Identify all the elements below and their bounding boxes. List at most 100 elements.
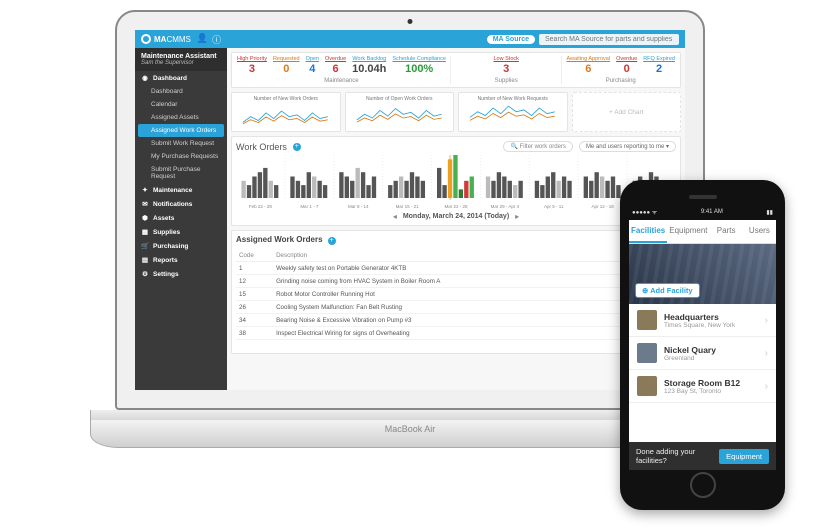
bar[interactable] [263,168,267,198]
sidebar-item-dashboard[interactable]: Dashboard [135,85,227,98]
bar[interactable] [258,172,262,198]
table-row[interactable]: 1 Weekly safety test on Portable Generat… [236,262,676,275]
nav-dashboard[interactable]: ◉ Dashboard [135,71,227,85]
table-row[interactable]: 38 Inspect Electrical Wiring for signs o… [236,327,676,340]
bar[interactable] [394,181,398,198]
bar[interactable] [513,185,517,198]
table-row[interactable]: 34 Bearing Noise & Excessive Vibration o… [236,314,676,327]
bar[interactable] [388,185,392,198]
nav-settings[interactable]: ⚙Settings [135,267,227,281]
bar[interactable] [312,177,316,199]
metric-open[interactable]: Open4 [306,56,319,75]
bar[interactable] [464,181,468,198]
sidebar-item-calendar[interactable]: Calendar [135,98,227,111]
metric-overdue[interactable]: Overdue6 [325,56,346,75]
bar[interactable] [518,181,522,198]
work-orders-scope[interactable]: Me and users reporting to me ▾ [579,141,676,152]
table-row[interactable]: 26 Cooling System Malfunction: Fan Belt … [236,301,676,314]
metric-schedule-compliance[interactable]: Schedule Compliance100% [392,56,446,75]
add-facility-button[interactable]: ⊕ Add Facility [635,283,700,298]
bar[interactable] [410,172,414,198]
bar[interactable] [540,185,544,198]
bar[interactable] [486,177,490,199]
bar[interactable] [600,177,604,199]
user-icon[interactable]: 👤 [197,33,208,46]
sparkline-0[interactable]: Number of New Work Orders [231,92,341,132]
nav-supplies[interactable]: ▦Supplies [135,225,227,239]
bar[interactable] [595,172,599,198]
date-next-button[interactable]: ▸ [515,212,519,221]
metric-overdue[interactable]: Overdue0 [616,56,637,75]
bar[interactable] [589,181,593,198]
bar[interactable] [274,185,278,198]
bar[interactable] [584,177,588,199]
bar[interactable] [470,177,474,199]
bar[interactable] [399,177,403,199]
facility-item[interactable]: Nickel Quary Greenland › [629,337,776,370]
bar[interactable] [247,185,251,198]
sidebar-item-assigned-assets[interactable]: Assigned Assets [135,111,227,124]
bar[interactable] [611,177,615,199]
bar[interactable] [241,181,245,198]
bar[interactable] [551,172,555,198]
bar[interactable] [459,189,463,198]
bar[interactable] [437,168,441,198]
bar[interactable] [556,181,560,198]
phone-footer-button[interactable]: Equipment [719,449,769,464]
bar[interactable] [366,185,370,198]
metric-high-priority[interactable]: High Priority3 [237,56,267,75]
bar[interactable] [502,177,506,199]
bar[interactable] [296,181,300,198]
table-header[interactable]: Description [273,250,577,262]
phone-tab-facilities[interactable]: Facilities [629,220,667,243]
phone-tab-equipment[interactable]: Equipment [667,220,709,243]
sparkline-2[interactable]: Number of New Work Requests [458,92,568,132]
bar[interactable] [317,181,321,198]
bar[interactable] [290,177,294,199]
bar[interactable] [605,181,609,198]
sidebar-item-submit-work-request[interactable]: Submit Work Request [135,137,227,150]
bar[interactable] [415,177,419,199]
add-chart-button[interactable]: + Add Chart [572,92,682,132]
bar[interactable] [323,185,327,198]
bar[interactable] [301,185,305,198]
bar[interactable] [345,177,349,199]
add-work-order-button[interactable]: + [293,143,301,151]
metric-rfq-expired[interactable]: RFQ Expired2 [643,56,675,75]
nav-maintenance[interactable]: ✦Maintenance [135,183,227,197]
metric-work-backlog[interactable]: Work Backlog10.04h [352,56,386,75]
metric-awaiting-approval[interactable]: Awaiting Approval6 [566,56,610,75]
bar[interactable] [252,177,256,199]
nav-assets[interactable]: ⬢Assets [135,211,227,225]
facility-item[interactable]: Storage Room B12 123 Bay St, Toronto › [629,370,776,403]
table-row[interactable]: 12 Grinding noise coming from HVAC Syste… [236,275,676,288]
bar[interactable] [269,181,273,198]
info-icon[interactable]: ⓘ [212,33,221,46]
bar[interactable] [491,181,495,198]
bar[interactable] [497,172,501,198]
date-prev-button[interactable]: ◂ [393,212,397,221]
work-orders-filter[interactable]: 🔍 Filter work orders [503,141,572,152]
bar[interactable] [535,181,539,198]
sidebar-item-submit-purchase-request[interactable]: Submit Purchase Request [135,163,227,183]
bar[interactable] [404,181,408,198]
metric-requested[interactable]: Requested0 [273,56,300,75]
bar[interactable] [356,168,360,198]
bar[interactable] [361,172,365,198]
sidebar-item-assigned-work-orders[interactable]: Assigned Work Orders [138,124,224,137]
facility-item[interactable]: Headquarters Times Square, New York › [629,304,776,337]
metric-low-stock[interactable]: Low Stock3 [494,56,519,75]
bar[interactable] [350,181,354,198]
bar[interactable] [372,177,376,199]
nav-notifications[interactable]: ✉Notifications [135,197,227,211]
source-search-input[interactable] [539,34,679,45]
sidebar-item-my-purchase-requests[interactable]: My Purchase Requests [135,150,227,163]
bar[interactable] [307,172,311,198]
sparkline-1[interactable]: Number of Open Work Orders [345,92,455,132]
source-pill[interactable]: MA Source [487,35,535,44]
bar[interactable] [339,172,343,198]
bar[interactable] [567,181,571,198]
app-brand[interactable]: MACMMS [141,34,191,44]
bar[interactable] [453,155,457,198]
bar[interactable] [508,181,512,198]
